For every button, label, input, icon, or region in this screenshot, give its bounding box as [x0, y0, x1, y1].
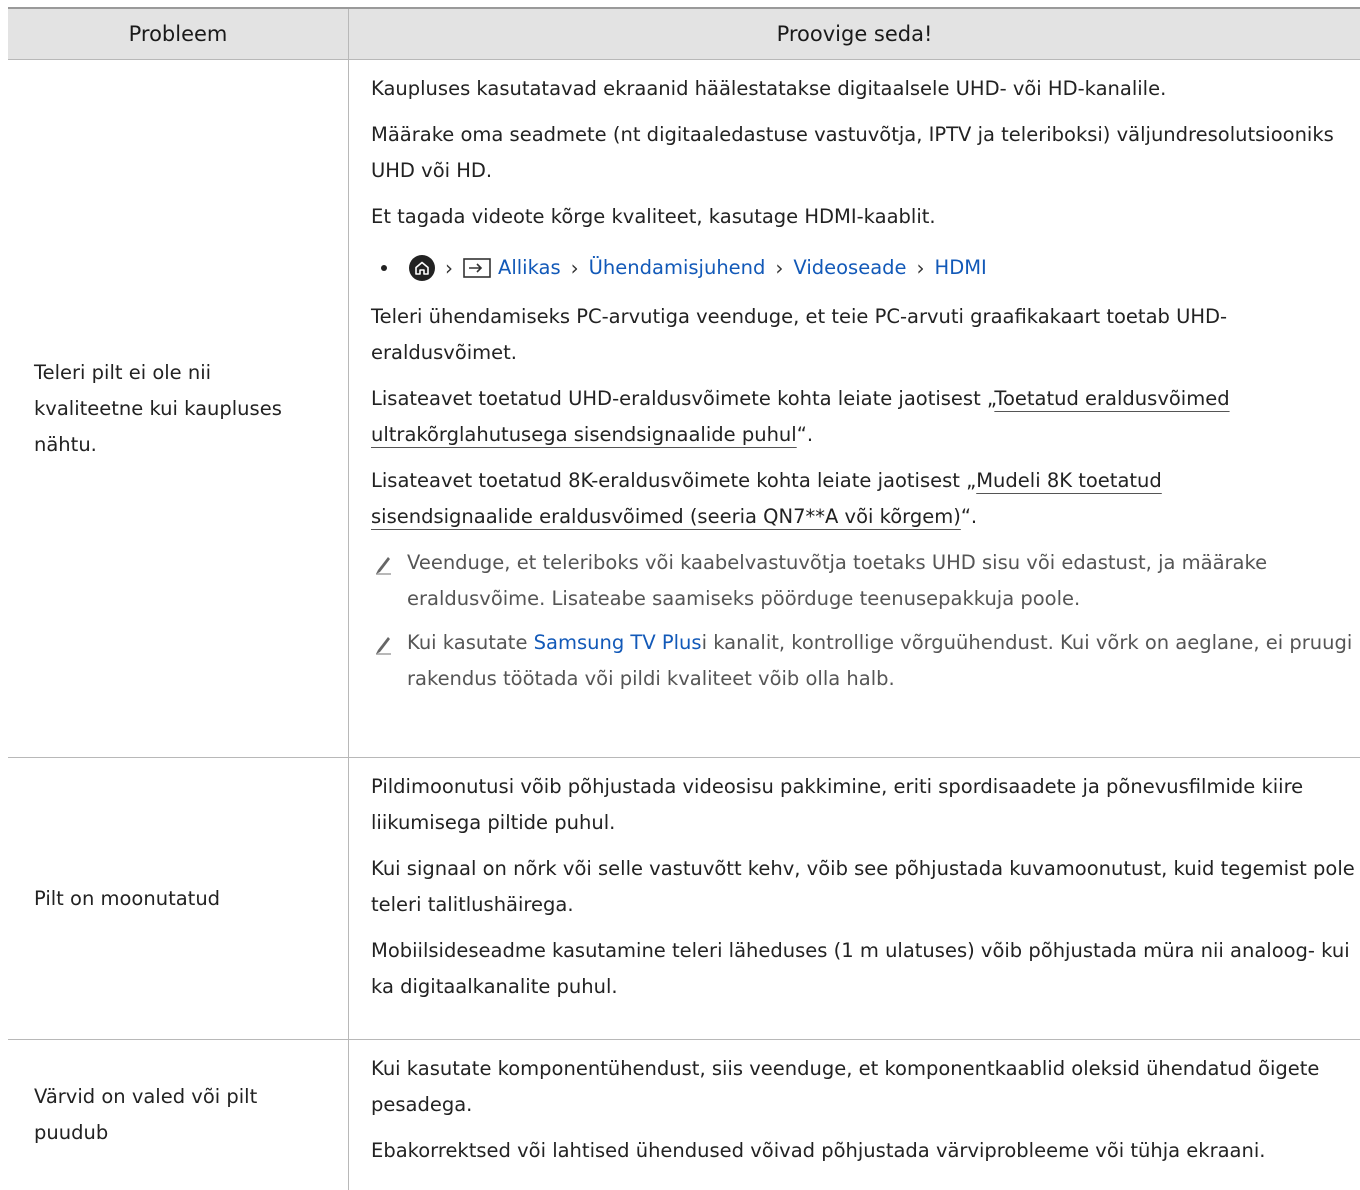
chevron-right-icon: ›	[916, 256, 925, 280]
table-row: Teleri pilt ei ole nii kvaliteetne kui k…	[8, 60, 1360, 758]
note: Kui kasutate Samsung TV Plusi kanalit, k…	[371, 625, 1356, 697]
menu-path: › Allikas › Ühendamisjuhend › Videoseade…	[371, 245, 1356, 291]
solution-paragraph: Et tagada videote kõrge kvaliteet, kasut…	[371, 205, 936, 228]
pencil-icon	[371, 625, 407, 697]
solution-paragraph: Pildimoonutusi võib põhjustada videosisu…	[371, 775, 1304, 834]
header-problem: Probleem	[8, 9, 349, 59]
problem-text: Värvid on valed või pilt puudub	[34, 1085, 258, 1144]
solution-paragraph: Mobiilsideseadme kasutamine teleri lähed…	[371, 939, 1350, 998]
solution-paragraph: Määrake oma seadmete (nt digitaaledastus…	[371, 123, 1334, 182]
problem-cell: Värvid on valed või pilt puudub	[8, 1040, 349, 1190]
chevron-right-icon: ›	[445, 256, 453, 280]
text: Lisateavet toetatud UHD-eraldusvõimete k…	[371, 387, 995, 410]
note-text: Kui kasutate Samsung TV Plusi kanalit, k…	[407, 625, 1356, 697]
problem-text: Teleri pilt ei ole nii kvaliteetne kui k…	[34, 360, 282, 456]
link-uhd-resolutions[interactable]: Toetatud eraldusvõimed	[994, 387, 1229, 410]
header-solution: Proovige seda!	[776, 22, 933, 46]
text: “.	[796, 423, 814, 446]
table-row: Värvid on valed või pilt puudub Kui kasu…	[8, 1040, 1360, 1190]
link-8k-resolutions[interactable]: Mudeli 8K toetatud	[976, 469, 1162, 492]
problem-cell: Pilt on moonutatud	[8, 758, 349, 1039]
solution-paragraph: Ebakorrektsed või lahtised ühendused või…	[371, 1139, 1266, 1162]
solution-paragraph: Kui signaal on nõrk või selle vastuvõtt …	[371, 857, 1355, 916]
solution-paragraph: Kui kasutate komponentühendust, siis vee…	[371, 1057, 1320, 1116]
menu-item-uhendamisjuhend[interactable]: Ühendamisjuhend	[589, 250, 766, 286]
chevron-right-icon: ›	[570, 256, 579, 280]
link-samsung-tv-plus[interactable]: Samsung TV Plus	[534, 631, 702, 654]
table-header: Probleem Proovige seda!	[8, 9, 1360, 60]
solution-paragraph-8k: Lisateavet toetatud 8K-eraldusvõimete ko…	[371, 463, 1356, 535]
problem-text: Pilt on moonutatud	[34, 886, 221, 910]
text: Lisateavet toetatud 8K-eraldusvõimete ko…	[371, 469, 977, 492]
source-input-icon	[463, 258, 491, 278]
solution-paragraph-uhd: Lisateavet toetatud UHD-eraldusvõimete k…	[371, 381, 1356, 453]
note-text: Veenduge, et teleriboks või kaabelvastuv…	[407, 551, 1268, 610]
menu-item-allikas[interactable]: Allikas	[498, 250, 561, 286]
home-icon[interactable]	[409, 255, 435, 281]
note: Veenduge, et teleriboks või kaabelvastuv…	[371, 545, 1356, 617]
problem-cell: Teleri pilt ei ole nii kvaliteetne kui k…	[8, 60, 349, 757]
table-row: Pilt on moonutatud Pildimoonutusi võib p…	[8, 758, 1360, 1040]
solution-cell: Pildimoonutusi võib põhjustada videosisu…	[349, 758, 1360, 1039]
text: Kui kasutate	[407, 631, 534, 654]
solution-cell: Kui kasutate komponentühendust, siis vee…	[349, 1040, 1360, 1190]
solution-paragraph: Kaupluses kasutatavad ekraanid häälestat…	[371, 77, 1167, 100]
solution-cell: Kaupluses kasutatavad ekraanid häälestat…	[349, 60, 1360, 757]
link-uhd-resolutions-cont[interactable]: ultrakõrglahutusega sisendsignaalide puh…	[371, 423, 797, 446]
bullet-icon	[381, 265, 387, 271]
troubleshooting-table: Probleem Proovige seda! Teleri pilt ei o…	[8, 7, 1360, 1190]
link-8k-resolutions-cont[interactable]: sisendsignaalide eraldusvõimed (seeria Q…	[371, 505, 961, 528]
menu-item-videoseade[interactable]: Videoseade	[793, 250, 906, 286]
menu-item-hdmi[interactable]: HDMI	[935, 250, 987, 286]
chevron-right-icon: ›	[775, 256, 784, 280]
text: “.	[960, 505, 978, 528]
solution-paragraph: Teleri ühendamiseks PC-arvutiga veenduge…	[371, 305, 1228, 364]
pencil-icon	[371, 545, 407, 617]
